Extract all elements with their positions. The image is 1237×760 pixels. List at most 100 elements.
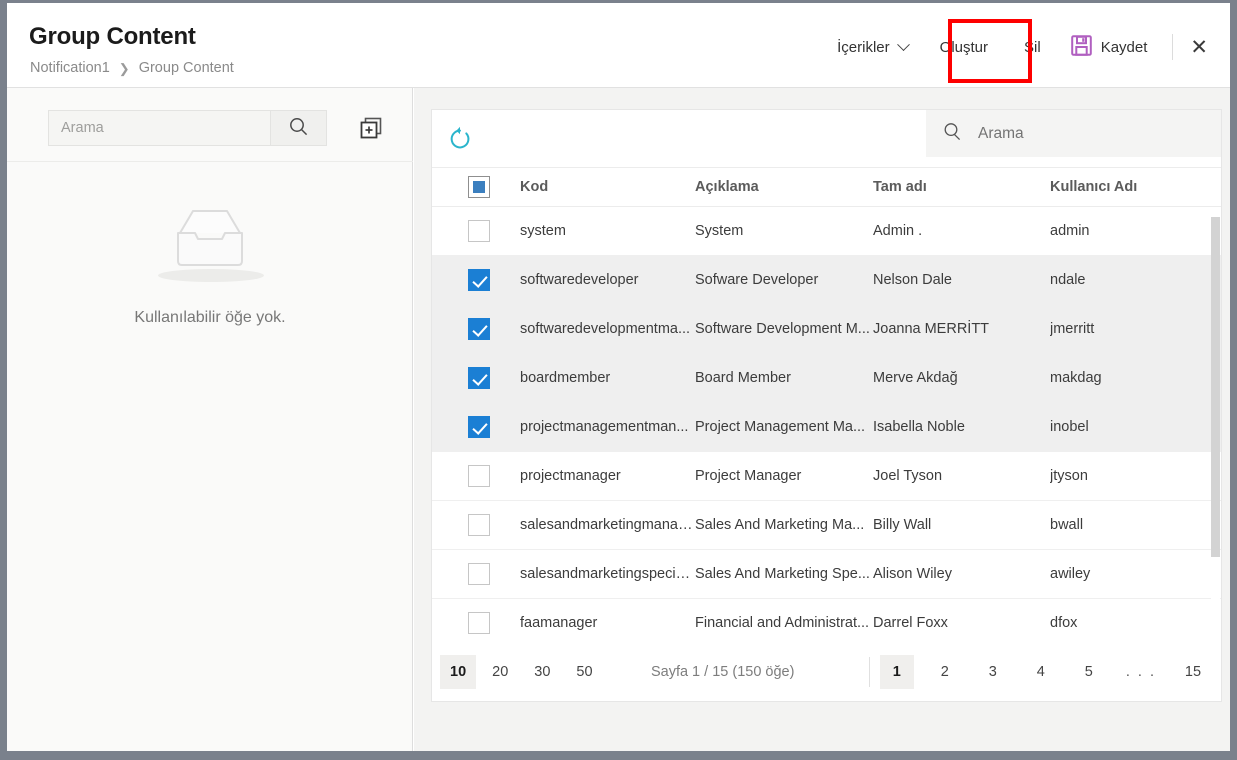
cell-kullanici-adi: awiley: [1050, 549, 1222, 598]
row-select-cell: [432, 598, 518, 647]
cell-kod: softwaredeveloper: [518, 255, 695, 304]
contents-label: İçerikler: [837, 39, 890, 56]
column-header-tam-adi[interactable]: Tam adı: [873, 168, 1050, 206]
page-number-group: 12345 . . . 15: [873, 655, 1221, 689]
search-icon: [289, 117, 308, 139]
table-row[interactable]: salesandmarketingspecial...Sales And Mar…: [432, 549, 1222, 598]
row-select-cell: [432, 451, 518, 500]
data-grid-card: Kod Açıklama Tam adı Kullanıcı Adı syste…: [431, 109, 1222, 702]
page-number-3[interactable]: 3: [976, 655, 1010, 689]
table-row[interactable]: projectmanagerProject ManagerJoel Tysonj…: [432, 451, 1222, 500]
select-all-header: [432, 168, 518, 206]
cell-aciklama: Board Member: [695, 353, 873, 402]
close-icon[interactable]: ✕: [1182, 37, 1216, 58]
page-title: Group Content: [29, 23, 196, 51]
pagination-divider: [869, 657, 870, 687]
empty-state-text: Kullanılabilir öğe yok.: [134, 309, 285, 327]
table-row[interactable]: faamanagerFinancial and Administrat...Da…: [432, 598, 1222, 647]
contents-dropdown-button[interactable]: İçerikler: [826, 30, 919, 64]
cell-kullanici-adi: bwall: [1050, 500, 1222, 549]
cell-kullanici-adi: makdag: [1050, 353, 1222, 402]
cell-kod: salesandmarketingspecial...: [518, 549, 695, 598]
table-scrollbar-thumb[interactable]: [1211, 217, 1220, 557]
cell-kullanici-adi: dfox: [1050, 598, 1222, 647]
grid-search-input[interactable]: [976, 124, 1221, 144]
breadcrumb-separator-icon: ❯: [119, 62, 130, 75]
page-number-5[interactable]: 5: [1072, 655, 1106, 689]
table-row[interactable]: softwaredevelopmentma...Software Develop…: [432, 304, 1222, 353]
row-select-cell: [432, 549, 518, 598]
refresh-icon[interactable]: [443, 122, 477, 156]
page-size-10[interactable]: 10: [440, 655, 476, 689]
data-grid-table: Kod Açıklama Tam adı Kullanıcı Adı syste…: [432, 168, 1222, 648]
table-row[interactable]: boardmemberBoard MemberMerve Akdağmakdag: [432, 353, 1222, 402]
delete-button[interactable]: Sil: [1013, 30, 1052, 64]
table-body: systemSystemAdmin .adminsoftwaredevelope…: [432, 206, 1222, 647]
cell-aciklama: Project Manager: [695, 451, 873, 500]
page-number-1[interactable]: 1: [880, 655, 914, 689]
page-header: Group Content Notification1 ❯ Group Cont…: [7, 3, 1230, 88]
row-checkbox[interactable]: [468, 465, 490, 487]
cell-aciklama: Sales And Marketing Spe...: [695, 549, 873, 598]
cell-kullanici-adi: admin: [1050, 206, 1222, 255]
cell-tam-adi: Nelson Dale: [873, 255, 1050, 304]
row-checkbox[interactable]: [468, 514, 490, 536]
pagination-info: Sayfa 1 / 15 (150 öğe): [603, 664, 869, 680]
cell-aciklama: Sales And Marketing Ma...: [695, 500, 873, 549]
cell-kod: salesandmarketingmanag...: [518, 500, 695, 549]
table-row[interactable]: systemSystemAdmin .admin: [432, 206, 1222, 255]
row-checkbox[interactable]: [468, 318, 490, 340]
page-number-15[interactable]: 15: [1176, 655, 1210, 689]
page-size-50[interactable]: 50: [566, 655, 602, 689]
row-select-cell: [432, 304, 518, 353]
cell-tam-adi: Joanna MERRİTT: [873, 304, 1050, 353]
header-toolbar: İçerikler Oluştur Sil Kaydet ✕: [826, 29, 1216, 65]
left-search-box: [48, 110, 327, 146]
row-checkbox[interactable]: [468, 563, 490, 585]
row-checkbox[interactable]: [468, 269, 490, 291]
chevron-down-icon: [897, 38, 910, 51]
row-checkbox[interactable]: [468, 612, 490, 634]
grid-search-box: [926, 110, 1221, 157]
save-label: Kaydet: [1101, 39, 1148, 56]
cell-kod: boardmember: [518, 353, 695, 402]
page-ellipsis: . . .: [1120, 655, 1162, 689]
breadcrumb-item-notification1[interactable]: Notification1: [30, 60, 110, 76]
pagination-bar: 10203050 Sayfa 1 / 15 (150 öğe) 12345 . .…: [432, 643, 1221, 701]
page-number-2[interactable]: 2: [928, 655, 962, 689]
page-size-20[interactable]: 20: [482, 655, 518, 689]
column-header-kod[interactable]: Kod: [518, 168, 695, 206]
cell-tam-adi: Isabella Noble: [873, 402, 1050, 451]
page-number-4[interactable]: 4: [1024, 655, 1058, 689]
left-search-input[interactable]: [49, 111, 270, 145]
add-new-window-icon[interactable]: [356, 113, 386, 143]
page-size-30[interactable]: 30: [524, 655, 560, 689]
save-button[interactable]: Kaydet: [1060, 30, 1159, 64]
row-select-cell: [432, 402, 518, 451]
left-panel-empty-state: Kullanılabilir öğe yok.: [7, 203, 413, 327]
cell-aciklama: Software Development M...: [695, 304, 873, 353]
column-header-aciklama[interactable]: Açıklama: [695, 168, 873, 206]
cell-tam-adi: Admin .: [873, 206, 1050, 255]
column-header-kullanici-adi[interactable]: Kullanıcı Adı: [1050, 168, 1222, 206]
table-header-row: Kod Açıklama Tam adı Kullanıcı Adı: [432, 168, 1222, 206]
left-search-button[interactable]: [270, 111, 326, 145]
breadcrumb-item-group-content[interactable]: Group Content: [139, 60, 234, 76]
cell-tam-adi: Merve Akdağ: [873, 353, 1050, 402]
cell-tam-adi: Joel Tyson: [873, 451, 1050, 500]
table-row[interactable]: projectmanagementman...Project Managemen…: [432, 402, 1222, 451]
table-row[interactable]: salesandmarketingmanag...Sales And Marke…: [432, 500, 1222, 549]
table-row[interactable]: softwaredeveloperSofware DeveloperNelson…: [432, 255, 1222, 304]
row-select-cell: [432, 353, 518, 402]
create-button[interactable]: Oluştur: [929, 30, 999, 64]
row-checkbox[interactable]: [468, 367, 490, 389]
row-checkbox[interactable]: [468, 220, 490, 242]
select-all-checkbox[interactable]: [468, 176, 490, 198]
row-checkbox[interactable]: [468, 416, 490, 438]
search-icon: [943, 122, 962, 146]
cell-kullanici-adi: jtyson: [1050, 451, 1222, 500]
left-panel-divider: [7, 161, 413, 162]
cell-kod: softwaredevelopmentma...: [518, 304, 695, 353]
toolbar-divider: [1172, 34, 1173, 60]
cell-aciklama: Financial and Administrat...: [695, 598, 873, 647]
